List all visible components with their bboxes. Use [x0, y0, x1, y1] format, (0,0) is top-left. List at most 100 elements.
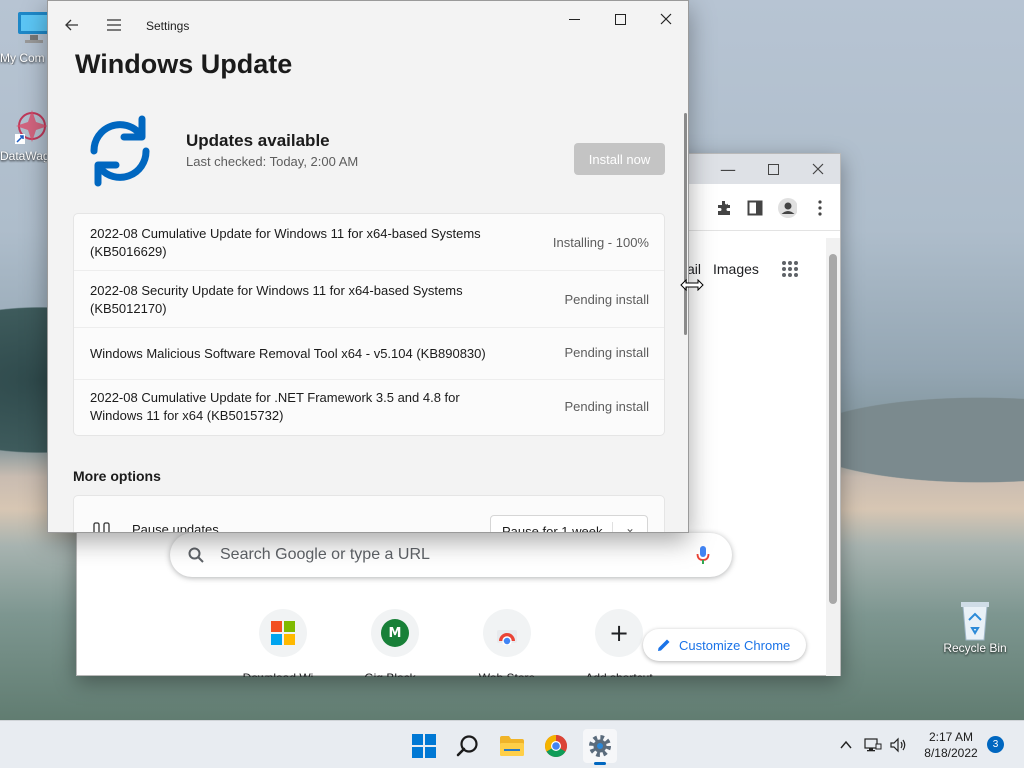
maximize-icon — [767, 163, 779, 175]
taskbar-chrome[interactable] — [539, 729, 573, 763]
desktop-icon-label: DataWag — [0, 149, 50, 163]
pause-updates-label: Pause updates — [132, 522, 219, 533]
gmail-link[interactable]: ail — [687, 261, 701, 277]
google-search-box[interactable]: Search Google or type a URL — [170, 533, 732, 577]
add-shortcut-tile[interactable]: + — [595, 609, 643, 657]
search-icon — [456, 735, 478, 757]
hamburger-menu-icon[interactable] — [104, 15, 124, 35]
update-row: Windows Malicious Software Removal Tool … — [74, 328, 664, 380]
clock-time: 2:17 AM — [928, 730, 974, 744]
chrome-maximize-button[interactable] — [750, 156, 796, 182]
taskbar-clock[interactable]: 2:17 AM 8/18/2022 — [916, 729, 986, 761]
taskbar-file-explorer[interactable] — [495, 729, 529, 763]
pause-duration-value: Pause for 1 week — [502, 524, 603, 533]
desktop-icon-my-computer[interactable]: My Com — [0, 8, 50, 65]
shortcut-label: Gig Block... — [340, 671, 450, 677]
pause-duration-dropdown[interactable]: Pause for 1 week ⌄ — [490, 515, 648, 533]
windows-logo-icon — [412, 734, 436, 758]
customize-chrome-label: Customize Chrome — [679, 637, 791, 653]
microsoft-logo-icon — [271, 621, 295, 645]
pause-updates-card[interactable]: Pause updates Pause for 1 week ⌄ — [73, 495, 665, 533]
side-panel-icon[interactable] — [745, 198, 765, 218]
microphone-icon[interactable] — [696, 545, 710, 565]
datawag-app-icon — [12, 106, 50, 146]
plus-icon: + — [608, 619, 630, 647]
volume-icon[interactable] — [890, 737, 908, 753]
shortcut-tile-web-store[interactable] — [483, 609, 531, 657]
update-status-title: Updates available — [186, 131, 330, 150]
maximize-icon — [614, 13, 626, 25]
update-status: Pending install — [564, 345, 649, 360]
update-name: 2022-08 Security Update for Windows 11 f… — [90, 283, 463, 316]
customize-chrome-button[interactable]: Customize Chrome — [643, 629, 807, 661]
active-indicator — [594, 762, 606, 765]
resize-cursor-icon — [680, 279, 704, 291]
update-row: 2022-08 Cumulative Update for Windows 11… — [74, 214, 664, 271]
updates-list: 2022-08 Cumulative Update for Windows 11… — [73, 213, 665, 436]
search-icon — [188, 547, 204, 563]
last-checked-text: Last checked: Today, 2:00 AM — [186, 154, 359, 169]
shortcut-label: Web Store — [452, 671, 562, 677]
settings-minimize-button[interactable] — [551, 5, 597, 33]
shortcut-label: Add shortcut — [564, 671, 674, 677]
pause-icon — [93, 522, 110, 532]
close-icon — [812, 163, 824, 175]
update-row: 2022-08 Cumulative Update for .NET Frame… — [74, 380, 664, 435]
settings-window: Settings Windows Update Updates availabl… — [47, 0, 689, 533]
dropdown-divider — [612, 522, 613, 532]
shortcut-tile-microsoft[interactable] — [259, 609, 307, 657]
notification-count-badge[interactable]: 3 — [987, 736, 1004, 753]
close-icon — [660, 13, 672, 25]
pencil-icon — [658, 639, 670, 651]
chevron-up-icon[interactable] — [838, 737, 854, 753]
update-name: 2022-08 Cumulative Update for Windows 11… — [90, 226, 481, 259]
scrollbar-thumb[interactable] — [829, 254, 837, 604]
more-options-heading: More options — [73, 468, 161, 484]
chrome-minimize-button[interactable]: — — [705, 156, 751, 182]
clock-date: 8/18/2022 — [924, 746, 978, 760]
images-link[interactable]: Images — [713, 261, 759, 277]
chrome-menu-icon[interactable] — [810, 198, 830, 218]
chrome-web-store-icon — [497, 630, 517, 645]
network-icon[interactable] — [864, 737, 882, 753]
taskbar-search-button[interactable] — [451, 729, 485, 763]
m-avatar-icon: M — [381, 619, 409, 647]
extensions-icon[interactable] — [714, 198, 734, 218]
install-now-button[interactable]: Install now — [574, 143, 665, 175]
update-status: Installing - 100% — [552, 235, 649, 250]
update-status: Pending install — [564, 399, 649, 414]
update-name: Windows Malicious Software Removal Tool … — [90, 346, 486, 361]
start-button[interactable] — [407, 729, 441, 763]
folder-icon — [500, 736, 524, 756]
shortcut-label: Download Wi... — [228, 671, 338, 677]
chrome-scrollbar[interactable] — [826, 238, 840, 676]
update-name: 2022-08 Cumulative Update for .NET Frame… — [90, 390, 460, 423]
taskbar-settings[interactable] — [583, 729, 617, 765]
back-arrow-icon[interactable] — [62, 15, 82, 35]
computer-icon — [14, 8, 50, 48]
settings-maximize-button[interactable] — [597, 5, 643, 33]
sync-icon — [90, 115, 150, 187]
update-status: Pending install — [564, 292, 649, 307]
system-tray — [838, 721, 908, 768]
desktop-icon-datawag[interactable]: DataWag — [0, 106, 50, 163]
chevron-down-icon: ⌄ — [625, 521, 636, 533]
settings-close-button[interactable] — [643, 5, 688, 33]
desktop-icon-recycle-bin[interactable]: Recycle Bin — [940, 598, 1010, 655]
settings-scrollbar[interactable] — [684, 113, 687, 335]
page-title: Windows Update — [75, 49, 293, 79]
minimize-icon — [568, 18, 580, 20]
taskbar: 2:17 AM 8/18/2022 — [0, 720, 1024, 768]
shortcut-tile-m[interactable]: M — [371, 609, 419, 657]
recycle-bin-icon — [955, 598, 995, 641]
profile-avatar-icon[interactable] — [777, 198, 797, 218]
google-apps-icon[interactable] — [781, 260, 799, 282]
update-row: 2022-08 Security Update for Windows 11 f… — [74, 271, 664, 328]
search-placeholder: Search Google or type a URL — [220, 546, 430, 563]
chrome-close-button[interactable] — [795, 156, 841, 182]
settings-titlebar[interactable]: Settings — [48, 1, 688, 49]
desktop-icon-label: My Com — [0, 51, 45, 65]
gear-icon — [589, 735, 611, 757]
chrome-logo-icon — [545, 735, 567, 757]
settings-window-title: Settings — [146, 19, 190, 33]
